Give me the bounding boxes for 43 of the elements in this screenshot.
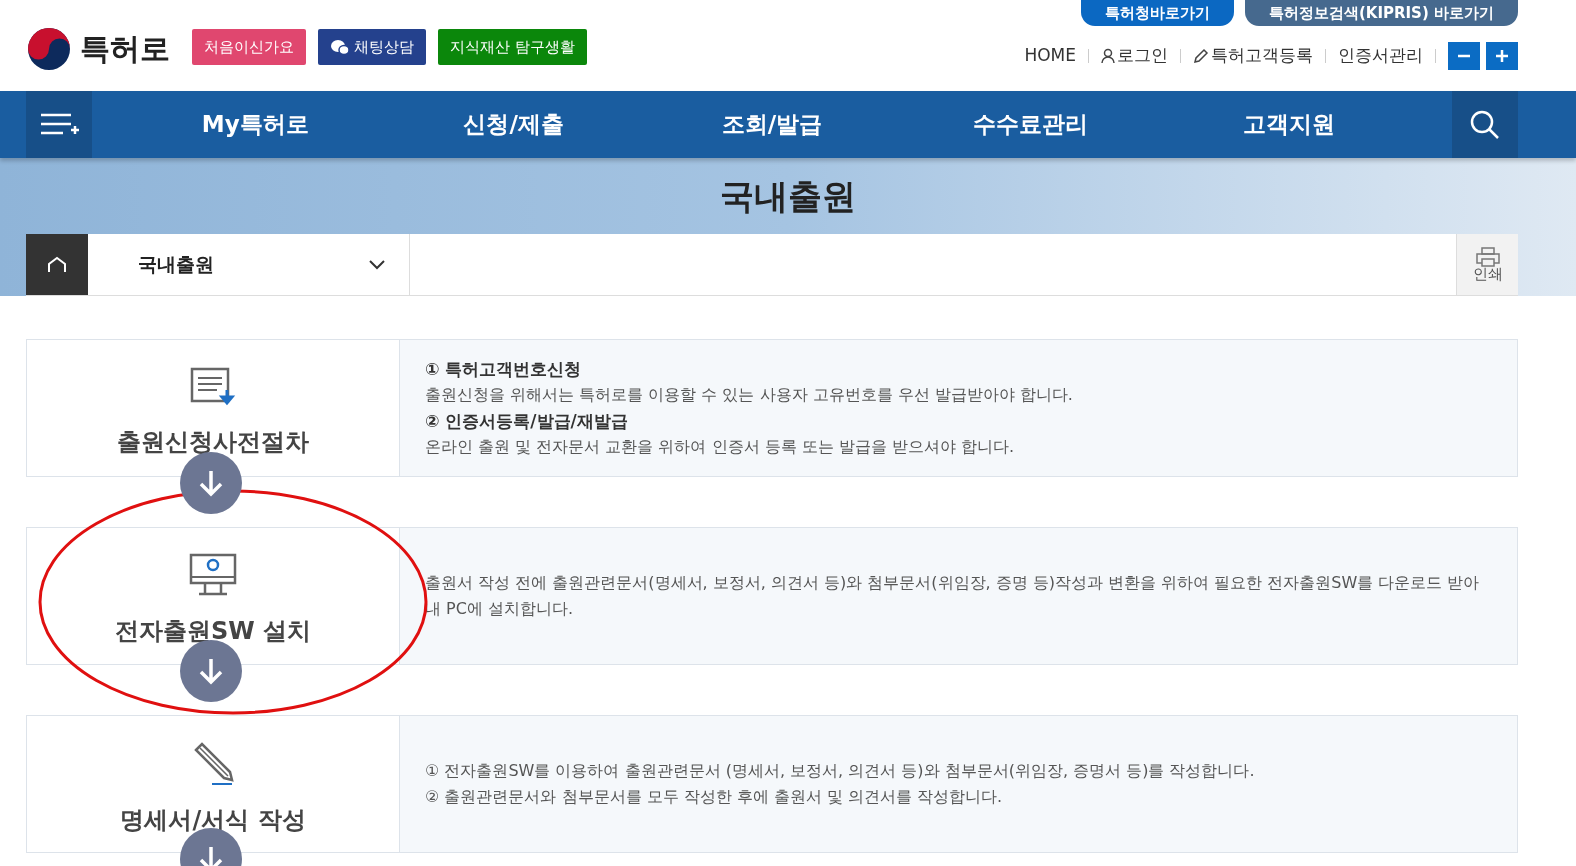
chevron-down-icon [369, 259, 385, 270]
home-icon [46, 255, 68, 274]
quick-link-button[interactable]: 처음이신가요 [192, 29, 306, 65]
step-description: 온라인 출원 및 전자문서 교환을 위하여 인증서 등록 또는 발급을 받으셔야 합니다. [425, 436, 1016, 458]
menu-button[interactable] [26, 91, 92, 158]
external-link-button[interactable]: 특허정보검색(KIPRIS) 바로가기 [1244, 0, 1518, 26]
person-icon [1101, 48, 1115, 64]
zoom-in-button[interactable] [1486, 42, 1518, 70]
zoom-out-button[interactable] [1448, 42, 1480, 70]
nav-menu-item[interactable]: 고객지원 [1159, 91, 1418, 158]
section-dropdown[interactable]: 국내출원 [88, 234, 410, 295]
quick-link-button[interactable]: 채팅상담 [318, 29, 426, 65]
external-link-button[interactable]: 특허청바로가기 [1080, 0, 1234, 26]
utility-link[interactable]: 로그인 [1101, 43, 1168, 69]
step-title: 명세서/서식 작성 [120, 805, 306, 836]
step-title: 출원신청사전절차 [117, 427, 309, 458]
step-title: 전자출원SW 설치 [114, 616, 312, 647]
utility-link[interactable]: 인증서관리 [1338, 43, 1423, 69]
document-download-icon [189, 366, 237, 408]
utility-link[interactable]: HOME [1024, 43, 1076, 69]
quick-link-button[interactable]: 지식재산 탐구생활 [438, 29, 587, 65]
plus-icon [1494, 48, 1510, 64]
monitor-icon [189, 553, 237, 597]
home-button[interactable] [26, 234, 88, 295]
printer-icon [1474, 247, 1501, 267]
utility-link[interactable]: 특허고객등록 [1193, 43, 1313, 69]
page-title: 국내출원 [720, 174, 856, 218]
logo-icon [26, 26, 72, 71]
step-description: 출원신청을 위해서는 특허로를 이용할 수 있는 사용자 고유번호를 우선 발급받아야 합니다. [425, 384, 1074, 406]
nav-menu-item[interactable]: 조회/발급 [642, 91, 902, 158]
print-button[interactable]: 인쇄 [1456, 234, 1518, 295]
search-button[interactable] [1452, 91, 1518, 158]
logo-text: 특허로 [80, 30, 170, 68]
nav-menu-item[interactable]: My특허로 [126, 91, 385, 158]
step-description: ① 전자출원SW를 이용하여 출원관련문서 (명세서, 보정서, 의견서 등)와 첨부문서(위임장, 증명서 등)를 작성합니다. [425, 760, 1256, 782]
step-heading: ① 특허고객번호신청 [425, 358, 583, 381]
nav-menu-item[interactable]: 수수료관리 [901, 91, 1160, 158]
nav-menu-item[interactable]: 신청/제출 [384, 91, 643, 158]
step-heading: ② 인증서등록/발급/재발급 [425, 410, 629, 433]
step-description: ② 출원관련문서와 첨부문서를 모두 작성한 후에 출원서 및 의견서를 작성합니다. [425, 786, 1004, 808]
chat-bubbles-icon [330, 38, 350, 56]
search-icon [1469, 108, 1501, 141]
pencil-icon [1193, 48, 1209, 64]
